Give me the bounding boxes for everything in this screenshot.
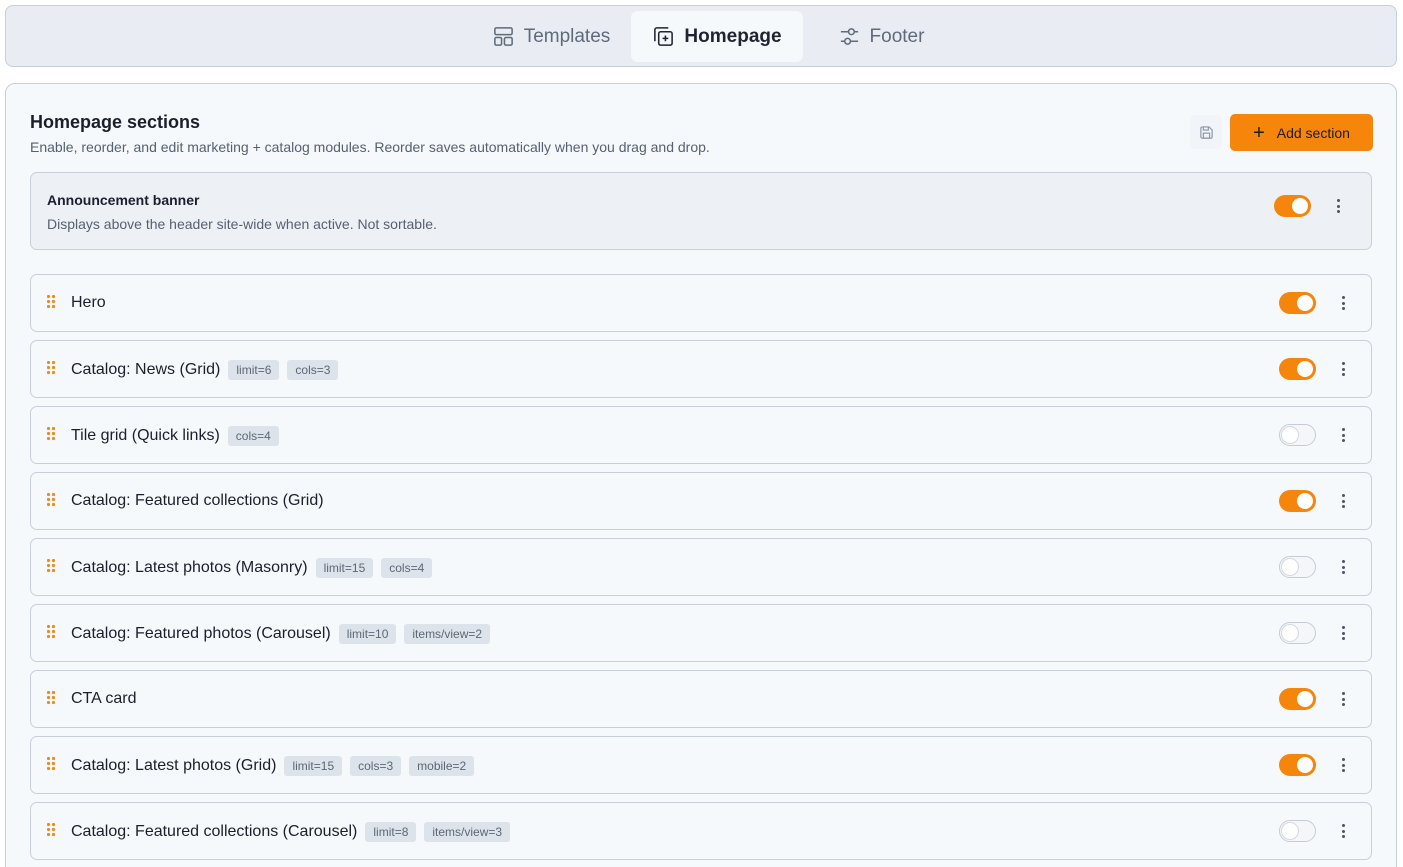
- tab-label: Homepage: [684, 25, 782, 47]
- section-label-group: Catalog: News (Grid) limit=6 cols=3: [71, 360, 339, 380]
- tab-label: Footer: [869, 25, 925, 47]
- toggle-knob: [1297, 757, 1313, 773]
- plus-icon: +: [1253, 121, 1265, 144]
- section-label-group: Tile grid (Quick links) cols=4: [71, 426, 279, 446]
- drag-handle-icon[interactable]: [47, 493, 55, 507]
- section-label-group: Catalog: Latest photos (Grid) limit=15 col…: [71, 756, 475, 776]
- announcement-subtitle: Displays above the header site-wide when…: [47, 216, 437, 232]
- section-toggle[interactable]: [1279, 820, 1316, 842]
- save-button[interactable]: [1190, 115, 1222, 149]
- drag-handle-icon[interactable]: [47, 757, 55, 771]
- section-row[interactable]: Catalog: Featured collections (Grid): [30, 472, 1372, 530]
- section-row[interactable]: Catalog: Featured collections (Carousel)…: [30, 802, 1372, 860]
- add-section-label: Add section: [1276, 124, 1350, 141]
- section-label-group: Catalog: Featured photos (Carousel) limit…: [71, 624, 491, 644]
- section-toggle[interactable]: [1279, 754, 1316, 776]
- section-name: Catalog: Latest photos (Grid): [71, 757, 277, 774]
- section-row[interactable]: Catalog: Latest photos (Masonry) limit=15…: [30, 538, 1372, 596]
- section-row[interactable]: Catalog: Featured photos (Carousel) limit…: [30, 604, 1372, 662]
- sliders-icon: [840, 28, 858, 45]
- more-options-icon[interactable]: [1334, 292, 1352, 314]
- more-options-icon[interactable]: [1334, 358, 1352, 380]
- add-page-icon: [654, 27, 674, 46]
- drag-handle-icon[interactable]: [47, 559, 55, 573]
- toggle-knob: [1292, 198, 1308, 214]
- section-toggle[interactable]: [1279, 424, 1316, 446]
- save-icon: [1199, 125, 1213, 139]
- section-toggle[interactable]: [1279, 688, 1316, 710]
- section-name: Catalog: Featured collections (Carousel): [71, 823, 358, 840]
- section-row[interactable]: Tile grid (Quick links) cols=4: [30, 406, 1372, 464]
- announcement-title: Announcement banner: [47, 192, 200, 208]
- drag-handle-icon[interactable]: [47, 427, 55, 441]
- homepage-sections-panel: Homepage sections Enable, reorder, and e…: [5, 83, 1397, 867]
- announcement-toggle[interactable]: [1274, 195, 1311, 217]
- section-row[interactable]: Hero: [30, 274, 1372, 332]
- section-name: Catalog: News (Grid): [71, 361, 221, 378]
- tab-footer[interactable]: Footer: [821, 11, 941, 62]
- more-options-icon[interactable]: [1334, 754, 1352, 776]
- config-chip: limit=6: [228, 360, 280, 380]
- config-chip: cols=3: [287, 360, 339, 380]
- more-options-icon[interactable]: [1334, 820, 1352, 842]
- page-title: Homepage sections: [30, 112, 201, 132]
- drag-handle-icon[interactable]: [47, 823, 55, 837]
- more-options-icon[interactable]: [1334, 490, 1352, 512]
- section-name: Hero: [71, 294, 106, 311]
- section-name: Catalog: Featured photos (Carousel): [71, 625, 331, 642]
- section-toggle[interactable]: [1279, 292, 1316, 314]
- tab-templates[interactable]: Templates: [481, 11, 621, 62]
- tab-label: Templates: [523, 25, 611, 47]
- section-label-group: Catalog: Latest photos (Masonry) limit=15…: [71, 558, 433, 578]
- more-options-icon[interactable]: [1334, 424, 1352, 446]
- section-name: Catalog: Latest photos (Masonry): [71, 559, 308, 576]
- section-toggle[interactable]: [1279, 556, 1316, 578]
- config-chip: limit=8: [365, 822, 417, 842]
- section-name: CTA card: [71, 690, 137, 707]
- drag-handle-icon[interactable]: [47, 295, 55, 309]
- tab-bar: Templates Homepage Footer: [5, 5, 1397, 67]
- section-toggle[interactable]: [1279, 490, 1316, 512]
- drag-handle-icon[interactable]: [47, 361, 55, 375]
- config-chip: cols=3: [350, 756, 402, 776]
- add-section-button[interactable]: + Add section: [1230, 114, 1373, 151]
- tab-homepage[interactable]: Homepage: [631, 11, 803, 62]
- more-options-icon[interactable]: [1334, 622, 1352, 644]
- section-name: Tile grid (Quick links): [71, 427, 220, 444]
- config-chip: limit=15: [284, 756, 343, 776]
- toggle-knob: [1297, 361, 1313, 377]
- section-row[interactable]: Catalog: Latest photos (Grid) limit=15 col…: [30, 736, 1372, 794]
- toggle-knob: [1297, 493, 1313, 509]
- config-chip: limit=15: [315, 558, 374, 578]
- announcement-banner-card: Announcement banner Displays above the h…: [30, 172, 1372, 250]
- page-subtitle: Enable, reorder, and edit marketing + ca…: [30, 139, 710, 155]
- config-chip: limit=10: [338, 624, 397, 644]
- config-chip: mobile=2: [409, 756, 475, 776]
- toggle-knob: [1282, 427, 1298, 443]
- more-options-icon[interactable]: [1329, 195, 1347, 217]
- section-label-group: CTA card: [71, 690, 137, 708]
- section-label-group: Hero: [71, 294, 106, 312]
- section-toggle[interactable]: [1279, 622, 1316, 644]
- section-row[interactable]: Catalog: News (Grid) limit=6 cols=3: [30, 340, 1372, 398]
- section-label-group: Catalog: Featured collections (Carousel)…: [71, 822, 511, 842]
- more-options-icon[interactable]: [1334, 556, 1352, 578]
- section-label-group: Catalog: Featured collections (Grid): [71, 492, 324, 510]
- toggle-knob: [1282, 625, 1298, 641]
- toggle-knob: [1297, 295, 1313, 311]
- config-chip: cols=4: [227, 426, 279, 446]
- drag-handle-icon[interactable]: [47, 625, 55, 639]
- config-chip: items/view=3: [424, 822, 511, 842]
- drag-handle-icon[interactable]: [47, 691, 55, 705]
- section-name: Catalog: Featured collections (Grid): [71, 492, 324, 509]
- toggle-knob: [1297, 691, 1313, 707]
- section-toggle[interactable]: [1279, 358, 1316, 380]
- config-chip: cols=4: [381, 558, 433, 578]
- config-chip: items/view=2: [404, 624, 491, 644]
- section-row[interactable]: CTA card: [30, 670, 1372, 728]
- toggle-knob: [1282, 823, 1298, 839]
- toggle-knob: [1282, 559, 1298, 575]
- more-options-icon[interactable]: [1334, 688, 1352, 710]
- layout-icon: [493, 27, 513, 46]
